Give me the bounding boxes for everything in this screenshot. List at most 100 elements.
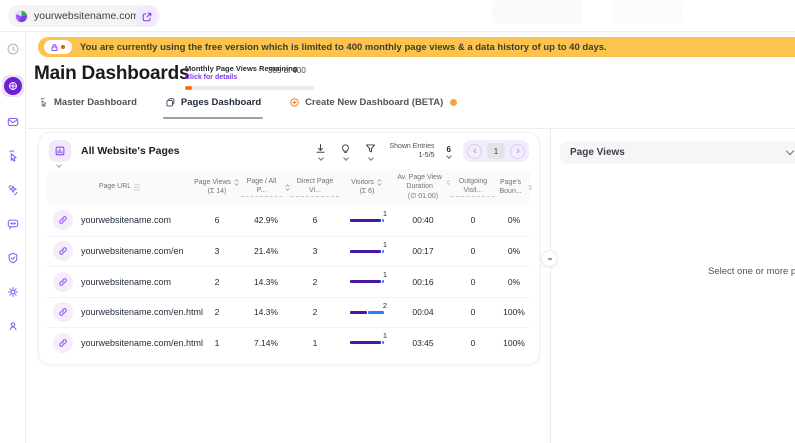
alert-dot: [60, 44, 66, 50]
insights-button[interactable]: [339, 142, 352, 160]
sidebar-item-settings[interactable]: [2, 281, 24, 303]
page-views-panel-header[interactable]: Page Views: [560, 141, 795, 164]
visitors-bar-segment: [382, 280, 384, 283]
quota-progress-fill: [185, 86, 192, 90]
page-url-text: yourwebsitename.com: [81, 215, 171, 225]
table-row[interactable]: yourwebsitename.com/en.html214.3%2200:04…: [47, 297, 531, 328]
dashboards-icon: [4, 77, 22, 95]
pagination: 1: [463, 140, 529, 162]
tab-pages-dashboard[interactable]: Pages Dashboard: [165, 97, 261, 110]
cell-bounce-rate: 0%: [495, 215, 533, 225]
sidebar-item-history[interactable]: [2, 38, 24, 60]
filter-button[interactable]: [364, 142, 377, 160]
link-icon: [58, 277, 68, 287]
column-header-page_views[interactable]: Page Views(Σ 14): [193, 178, 241, 196]
sidebar-item-account[interactable]: [2, 315, 24, 337]
sidebar-item-feedback[interactable]: [2, 213, 24, 235]
cell-page-views: 1: [193, 338, 241, 348]
chevron-down-icon: [343, 155, 349, 161]
visitors-count: 1: [383, 270, 387, 279]
column-header-url[interactable]: Page URL: [47, 182, 193, 191]
cell-avg-duration: 00:04: [395, 307, 451, 317]
topbar-placeholder-block: [492, 0, 582, 24]
visitors-bar-segment: [382, 341, 384, 344]
column-label: Av. Page View Duration: [395, 173, 444, 191]
tab-create-new-dashboard[interactable]: Create New Dashboard (BETA): [289, 97, 457, 110]
table-title: All Website's Pages: [81, 145, 180, 157]
topbar: yourwebsitename.com: [0, 0, 795, 32]
open-page-link-button[interactable]: [53, 302, 73, 322]
column-label: Page URL: [99, 182, 131, 191]
table-type-button[interactable]: [49, 140, 71, 162]
plus-circle-icon: [289, 97, 300, 108]
table-row[interactable]: yourwebsitename.com642.9%6100:4000%: [47, 205, 531, 236]
table-row[interactable]: yourwebsitename.com/en321.4%3100:1700%: [47, 236, 531, 267]
table-row[interactable]: yourwebsitename.com214.3%2100:1600%: [47, 266, 531, 297]
resize-horizontal-icon: [545, 254, 555, 264]
column-sublabel: (∅ 01:00): [408, 192, 438, 201]
next-page-button[interactable]: [510, 144, 525, 159]
visitors-bar: [350, 280, 384, 283]
shield-check-icon: [6, 251, 20, 265]
visitors-bar-segment: [382, 219, 384, 222]
column-label: Page / All P...: [241, 177, 282, 197]
quota-value: 385 of 400: [268, 66, 306, 75]
history-clock-icon: [6, 42, 20, 56]
open-page-link-button[interactable]: [53, 272, 73, 292]
column-header-bounce[interactable]: Page's Boun...: [495, 178, 533, 196]
column-header-visitors[interactable]: Visitors(Σ 6): [339, 178, 395, 196]
beta-notification-dot: [450, 99, 457, 106]
column-header-outgoing: Outgoing Visit...: [451, 177, 495, 197]
sidebar: [0, 32, 26, 443]
cell-visitors: 1: [339, 280, 395, 283]
page-title: Main Dashboards: [34, 63, 189, 85]
person-pin-icon: [6, 319, 20, 333]
cell-page-views: 6: [193, 215, 241, 225]
cell-page-all-pages: 42.9%: [241, 215, 291, 225]
page-url-text: yourwebsitename.com/en.html: [81, 338, 203, 348]
panel-resize-button[interactable]: [541, 250, 558, 267]
cell-page-all-pages: 7.14%: [241, 338, 291, 348]
sidebar-item-dashboards[interactable]: [2, 75, 24, 97]
cell-page-all-pages: 21.4%: [241, 246, 291, 256]
table-row[interactable]: yourwebsitename.com/en.html17.14%1103:45…: [47, 327, 531, 358]
visitors-bar: [350, 341, 384, 344]
sidebar-item-verification[interactable]: [2, 247, 24, 269]
pages-table-card: All Website's Pages: [38, 132, 540, 365]
sidebar-item-inbox[interactable]: [2, 111, 24, 133]
chevron-down-icon: [56, 162, 62, 168]
visitors-bar-segment: [350, 250, 381, 253]
page-size-selector[interactable]: 6: [447, 145, 451, 158]
open-page-link-button[interactable]: [53, 210, 73, 230]
tab-label: Pages Dashboard: [181, 97, 261, 108]
column-header-duration[interactable]: Av. Page View Duration(∅ 01:00): [395, 173, 451, 200]
cell-bounce-rate: 100%: [495, 307, 533, 317]
current-page[interactable]: 1: [487, 143, 505, 159]
cell-bounce-rate: 0%: [495, 246, 533, 256]
quota-details-link[interactable]: Click for details: [185, 74, 237, 81]
open-page-link-button[interactable]: [53, 333, 73, 353]
tab-label: Create New Dashboard (BETA): [305, 97, 443, 108]
column-header-page_all[interactable]: Page / All P...: [241, 177, 291, 197]
prev-page-button[interactable]: [467, 144, 482, 159]
cell-page-url: yourwebsitename.com/en: [47, 241, 193, 261]
column-label: Visitors: [351, 178, 374, 187]
open-site-button[interactable]: [136, 6, 157, 27]
visitors-bar-segment: [382, 250, 384, 253]
pages-copy-icon: [165, 97, 176, 108]
panel-title: Page Views: [570, 147, 625, 158]
dashboard-tabs: Master Dashboard Pages Dashboard Create …: [38, 97, 457, 110]
sidebar-item-insights[interactable]: [2, 179, 24, 201]
link-icon: [58, 246, 68, 256]
column-label: Direct Page Vi...: [291, 177, 339, 197]
tab-master-dashboard[interactable]: Master Dashboard: [38, 97, 137, 110]
cell-outgoing-visitors: 0: [451, 338, 495, 348]
lock-icon: [50, 43, 59, 52]
export-button[interactable]: [314, 142, 327, 160]
inbox-mail-icon: [6, 115, 20, 129]
open-page-link-button[interactable]: [53, 241, 73, 261]
visitors-bar-segment: [350, 311, 367, 314]
sidebar-item-interactions[interactable]: [2, 145, 24, 167]
cursor-click-icon: [38, 97, 49, 108]
visitors-count: 1: [383, 240, 387, 249]
